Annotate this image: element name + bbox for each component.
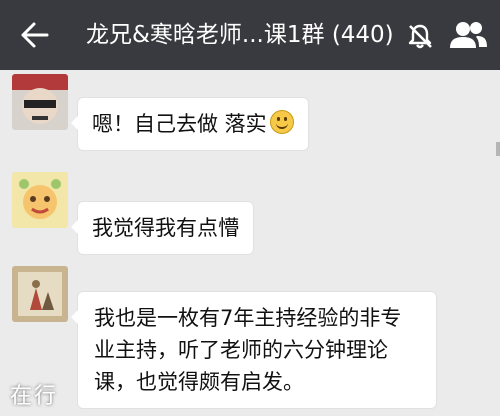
bell-off-icon (408, 24, 432, 49)
watermark: 在行 (10, 384, 59, 409)
message-bubble[interactable]: 我觉得我有点懵 (71, 202, 253, 254)
message-bubble[interactable]: 我也是一枚有7年主持经验的非专 业主持，听了老师的六分钟理论 课，也觉得颇有启发… (71, 292, 436, 408)
message-text-line: 课，也觉得颇有启发。 (94, 370, 304, 394)
avatar[interactable] (12, 74, 68, 130)
back-arrow-icon[interactable] (18, 20, 50, 50)
message-text-line: 我也是一枚有7年主持经验的非专 (94, 306, 402, 330)
chat-message: 嗯！自己去做 落实 (0, 70, 500, 160)
chat-message: 我也是一枚有7年主持经验的非专 业主持，听了老师的六分钟理论 课，也觉得颇有启发… (0, 262, 500, 416)
message-bubble[interactable]: 嗯！自己去做 落实 (71, 98, 308, 150)
message-text-line: 业主持，听了老师的六分钟理论 (94, 338, 388, 362)
avatar[interactable] (12, 172, 68, 228)
smile-emoji-icon (269, 110, 294, 134)
message-text: 我觉得我有点懵 (92, 216, 239, 240)
chat-message: 我觉得我有点懵 (0, 166, 500, 258)
avatar[interactable] (12, 266, 68, 322)
group-members-icon[interactable] (448, 20, 488, 50)
message-text: 嗯！自己去做 落实 (92, 112, 267, 136)
chat-header: 龙兄&寒晗老师...课1群 (440) (0, 0, 500, 70)
chat-title: 龙兄&寒晗老师...课1群 (440) (86, 22, 394, 48)
